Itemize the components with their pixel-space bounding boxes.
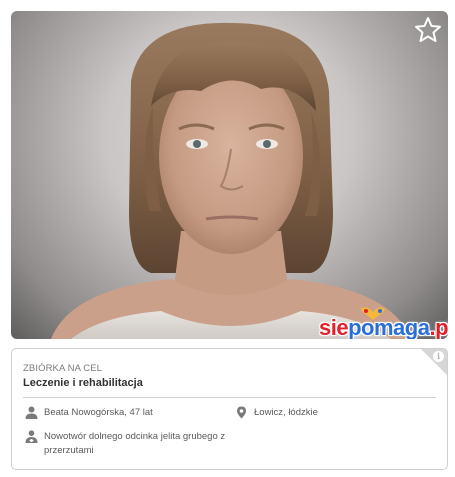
logo-text-pl: .pl bbox=[429, 315, 448, 339]
doctor-icon bbox=[25, 430, 38, 443]
divider bbox=[23, 397, 436, 398]
person-row: Beata Nowogórska, 47 lat bbox=[25, 406, 153, 420]
diagnosis-row: Nowotwór dolnego odcinka jelita grubego … bbox=[25, 430, 235, 458]
logo-text-sie: sie bbox=[319, 315, 349, 339]
location-pin-icon bbox=[237, 406, 246, 419]
favorite-star-icon[interactable] bbox=[413, 15, 443, 45]
person-name-age: Beata Nowogórska, 47 lat bbox=[44, 407, 153, 418]
fundraiser-kicker: ZBIÓRKA NA CEL bbox=[23, 363, 103, 374]
person-icon bbox=[25, 406, 38, 419]
beneficiary-photo[interactable]: siepomaga.pl bbox=[11, 11, 448, 339]
location-text: Łowicz, łódzkie bbox=[254, 407, 318, 418]
siepomaga-logo: siepomaga.pl bbox=[319, 307, 448, 339]
logo-text-pomaga: pomaga bbox=[348, 315, 430, 339]
diagnosis-text: Nowotwór dolnego odcinka jelita grubego … bbox=[44, 431, 226, 456]
fundraiser-info-box[interactable]: i ZBIÓRKA NA CEL Leczenie i rehabilitacj… bbox=[11, 348, 448, 470]
fundraiser-title[interactable]: Leczenie i rehabilitacja bbox=[23, 377, 143, 389]
location-row: Łowicz, łódzkie bbox=[235, 406, 318, 420]
info-icon[interactable]: i bbox=[433, 351, 444, 362]
fundraiser-card[interactable]: siepomaga.pl i ZBIÓRKA NA CEL Leczenie i… bbox=[0, 0, 455, 477]
portrait-illustration bbox=[51, 22, 411, 339]
